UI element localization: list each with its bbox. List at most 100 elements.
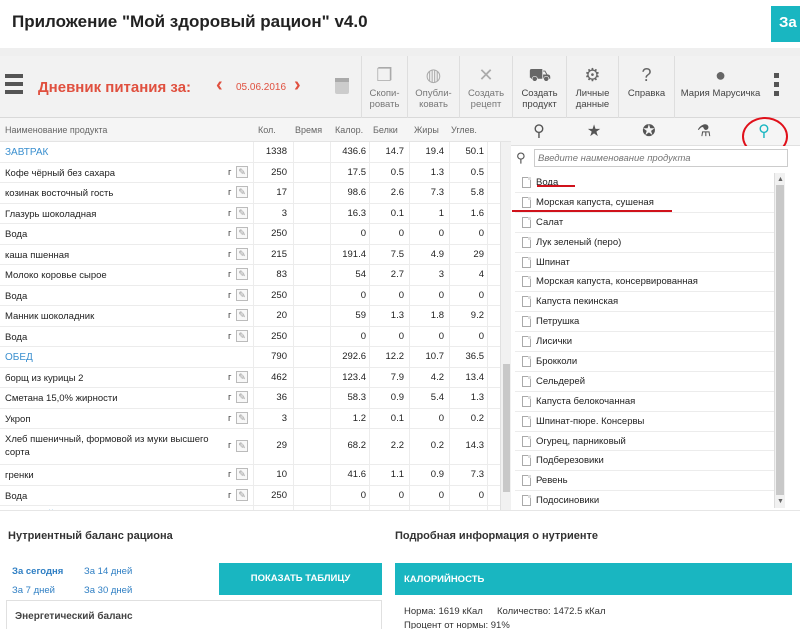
edit-icon[interactable]: ✎ — [236, 268, 248, 280]
edit-icon[interactable]: ✎ — [236, 309, 248, 321]
calendar-icon[interactable] — [335, 78, 349, 94]
edit-icon[interactable]: ✎ — [236, 247, 248, 260]
product-list-item[interactable]: Лисички — [515, 332, 774, 353]
product-list-item[interactable]: Подберезовики — [515, 451, 774, 472]
unit-label[interactable]: г — [228, 167, 231, 178]
col-header-fat[interactable]: Жиры — [414, 125, 439, 135]
edit-icon[interactable]: ✎ — [236, 227, 248, 239]
table-row[interactable]: Кофе чёрный без сахара г ✎ 250 17.5 0.5 1.3 0.5 — [0, 163, 500, 183]
unit-label[interactable]: г — [228, 392, 231, 403]
unit-label[interactable]: г — [228, 249, 231, 260]
product-search-input[interactable] — [534, 149, 788, 167]
product-list-item[interactable]: Огурец, парниковый — [515, 432, 774, 452]
table-row[interactable]: Вода г ✎ 250 0 0 0 0 — [0, 327, 500, 347]
prev-day-arrow-icon[interactable]: ‹ — [216, 75, 223, 95]
product-list-scrollbar[interactable]: ▲ ▼ — [774, 173, 785, 508]
meal-section-row[interactable]: ЗАВТРАК 1338 436.6 14.7 19.4 50.1 — [0, 142, 500, 163]
next-day-arrow-icon[interactable]: › — [294, 75, 301, 95]
link-today[interactable]: За сегодня — [12, 566, 63, 577]
table-row[interactable]: Молоко коровье сырое г ✎ 83 54 2.7 3 4 — [0, 265, 500, 286]
product-list-item[interactable]: Капуста пекинская — [515, 292, 774, 313]
corner-button[interactable]: За — [771, 6, 800, 42]
unit-label[interactable]: г — [228, 228, 231, 239]
unit-label[interactable]: г — [228, 310, 231, 321]
col-header-carbs[interactable]: Углев. — [451, 125, 477, 135]
product-list-scrollbar-thumb[interactable] — [776, 185, 784, 495]
edit-icon[interactable]: ✎ — [236, 468, 248, 480]
edit-icon[interactable]: ✎ — [236, 206, 248, 219]
product-list-item[interactable]: Вода — [515, 173, 774, 193]
edit-icon[interactable]: ✎ — [236, 370, 248, 383]
meal-section-row[interactable]: ОБЕД 790 292.6 12.2 10.7 36.5 — [0, 347, 500, 368]
product-list-item[interactable]: Ревень — [515, 471, 774, 492]
table-row[interactable]: Укроп г ✎ 3 1.2 0.1 0 0.2 — [0, 409, 500, 429]
unit-label[interactable]: г — [228, 372, 231, 383]
help-button[interactable]: ? Справка — [618, 56, 674, 118]
menu-icon[interactable] — [5, 74, 23, 96]
table-row[interactable]: Вода г ✎ 250 0 0 0 0 — [0, 286, 500, 306]
table-row[interactable]: каша пшенная г ✎ 215 191.4 7.5 4.9 29 — [0, 245, 500, 265]
unit-label[interactable]: г — [228, 413, 231, 424]
create-product-button[interactable]: ⛟ Создать продукт — [512, 56, 566, 118]
unit-label[interactable]: г — [228, 469, 231, 480]
user-profile-button[interactable]: ● Мария Марусичка — [674, 56, 766, 118]
date-display[interactable]: 05.06.2016 — [236, 82, 286, 93]
unit-label[interactable]: г — [228, 331, 231, 342]
product-list-item[interactable]: Салат — [515, 213, 774, 233]
edit-icon[interactable]: ✎ — [236, 288, 248, 301]
product-list-item[interactable]: Шпинат — [515, 253, 774, 273]
table-row[interactable]: гренки г ✎ 10 41.6 1.1 0.9 7.3 — [0, 465, 500, 486]
edit-icon[interactable]: ✎ — [236, 186, 248, 198]
scroll-down-icon[interactable]: ▼ — [777, 498, 784, 505]
table-row[interactable]: Вода г ✎ 250 0 0 0 0 — [0, 224, 500, 245]
product-list-item[interactable]: Капуста белокочанная — [515, 392, 774, 412]
table-row[interactable]: Манник шоколадник г ✎ 20 59 1.3 1.8 9.2 — [0, 306, 500, 327]
edit-icon[interactable]: ✎ — [236, 329, 248, 342]
edit-icon[interactable]: ✎ — [236, 440, 248, 452]
personal-data-button[interactable]: ⚙ Личные данные — [566, 56, 618, 118]
unit-label[interactable]: г — [228, 490, 231, 501]
table-row[interactable]: Хлеб пшеничный, формовой из муки высшего… — [0, 429, 500, 465]
product-list-item[interactable]: Лук зеленый (перо) — [515, 233, 774, 253]
edit-icon[interactable]: ✎ — [236, 411, 248, 424]
table-scrollbar[interactable] — [500, 142, 511, 510]
table-row[interactable]: козинак восточный гость г ✎ 17 98.6 2.6 7.3 5.8 — [0, 183, 500, 204]
search-icon[interactable]: ⚲ — [527, 122, 551, 142]
link-7-days[interactable]: За 7 дней — [12, 585, 55, 596]
product-list-item[interactable]: Шпинат-пюре. Консервы — [515, 412, 774, 432]
more-options-icon[interactable] — [774, 73, 780, 100]
table-row[interactable]: Сметана 15,0% жирности г ✎ 36 58.3 0.9 5.4 1.3 — [0, 388, 500, 409]
unit-label[interactable]: г — [228, 187, 231, 198]
product-list-item[interactable]: Подосиновики — [515, 491, 774, 508]
col-header-name[interactable]: Наименование продукта — [5, 125, 107, 135]
table-row[interactable]: Вода г ✎ 250 0 0 0 0 — [0, 486, 500, 506]
show-table-button[interactable]: ПОКАЗАТЬ ТАБЛИЦУ — [219, 563, 382, 595]
product-list-item[interactable]: Петрушка — [515, 312, 774, 333]
edit-icon[interactable]: ✎ — [236, 488, 248, 501]
col-header-qty[interactable]: Кол. — [258, 125, 276, 135]
product-list-item[interactable]: Морская капуста, консервированная — [515, 272, 774, 293]
flask-icon[interactable]: ⚗ — [692, 122, 716, 142]
col-header-protein[interactable]: Белки — [373, 125, 398, 135]
col-header-time[interactable]: Время — [295, 125, 322, 135]
scroll-up-icon[interactable]: ▲ — [777, 176, 784, 183]
product-list-item[interactable]: Брокколи — [515, 352, 774, 372]
edit-icon[interactable]: ✎ — [236, 165, 248, 178]
link-30-days[interactable]: За 30 дней — [84, 585, 132, 596]
table-row[interactable]: борщ из курицы 2 г ✎ 462 123.4 7.9 4.2 13.4 — [0, 368, 500, 388]
unit-label[interactable]: г — [228, 290, 231, 301]
publish-button[interactable]: ◍ Опубли- ковать — [407, 56, 459, 118]
star-icon[interactable]: ★ — [582, 122, 606, 142]
edit-icon[interactable]: ✎ — [236, 391, 248, 403]
unit-label[interactable]: г — [228, 208, 231, 219]
table-row[interactable]: Глазурь шоколадная г ✎ 3 16.3 0.1 1 1.6 — [0, 204, 500, 224]
unit-label[interactable]: г — [228, 269, 231, 280]
unit-label[interactable]: г — [228, 440, 231, 451]
table-scrollbar-thumb[interactable] — [503, 364, 510, 492]
col-header-cal[interactable]: Калор. — [335, 125, 363, 135]
product-list-item[interactable]: Сельдерей — [515, 372, 774, 392]
create-recipe-button[interactable]: ✕ Создать рецепт — [459, 56, 512, 118]
award-icon[interactable]: ✪ — [637, 122, 661, 142]
link-14-days[interactable]: За 14 дней — [84, 566, 132, 577]
copy-button[interactable]: ❐ Скопи- ровать — [361, 56, 407, 118]
